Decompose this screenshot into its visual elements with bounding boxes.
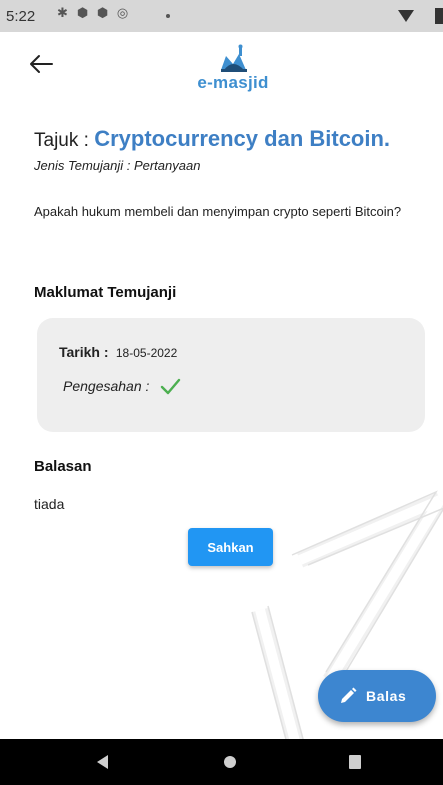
system-nav-bar (0, 739, 443, 785)
app-logo: e-masjid (186, 44, 280, 92)
status-icons: ✱ ⬢ ⬢ ◎ (56, 6, 129, 19)
confirm-row: Pengesahan : (63, 375, 181, 397)
date-value: 18-05-2022 (115, 346, 178, 360)
mosque-logo-icon (221, 44, 247, 72)
page-title: Tajuk : Cryptocurrency dan Bitcoin. (34, 126, 390, 152)
date-row: Tarikh : 18-05-2022 (59, 344, 177, 360)
confirm-label: Pengesahan : (63, 378, 150, 394)
details-section-title: Maklumat Temujanji (34, 284, 177, 301)
reply-section-title: Balasan (34, 458, 92, 475)
appointment-type: Jenis Temujanji : Pertanyaan (34, 158, 201, 173)
shield-icon: ⬢ (96, 5, 109, 20)
info-card: Tarikh : 18-05-2022 Pengesahan : (37, 318, 425, 432)
back-arrow-icon (30, 55, 53, 73)
logo-text: e-masjid (197, 73, 269, 92)
wifi-icon (398, 10, 414, 22)
nav-home-icon[interactable] (224, 756, 236, 768)
pencil-icon (341, 687, 357, 703)
back-button[interactable] (28, 52, 56, 76)
gear-icon: ✱ (57, 5, 68, 20)
status-time: 5:22 (6, 8, 36, 25)
status-bar: 5:22 ✱ ⬢ ⬢ ◎ (0, 0, 443, 32)
fab-label: Balas (366, 688, 407, 704)
check-icon (161, 378, 181, 395)
question-text: Apakah hukum membeli dan menyimpan crypt… (34, 204, 402, 219)
confirm-button[interactable]: Sahkan (188, 528, 273, 566)
at-icon: ◎ (116, 5, 129, 20)
nav-back-icon[interactable] (97, 755, 108, 769)
reply-fab-button[interactable]: Balas (318, 670, 436, 722)
nav-recent-icon[interactable] (349, 755, 361, 769)
battery-icon (435, 8, 443, 24)
title-label: Tajuk : (34, 130, 89, 151)
date-label: Tarikh : (59, 344, 109, 360)
reply-text: tiada (34, 496, 65, 512)
dot-icon (166, 14, 170, 18)
title-value: Cryptocurrency dan Bitcoin. (94, 126, 391, 151)
shield-icon: ⬢ (76, 5, 89, 20)
